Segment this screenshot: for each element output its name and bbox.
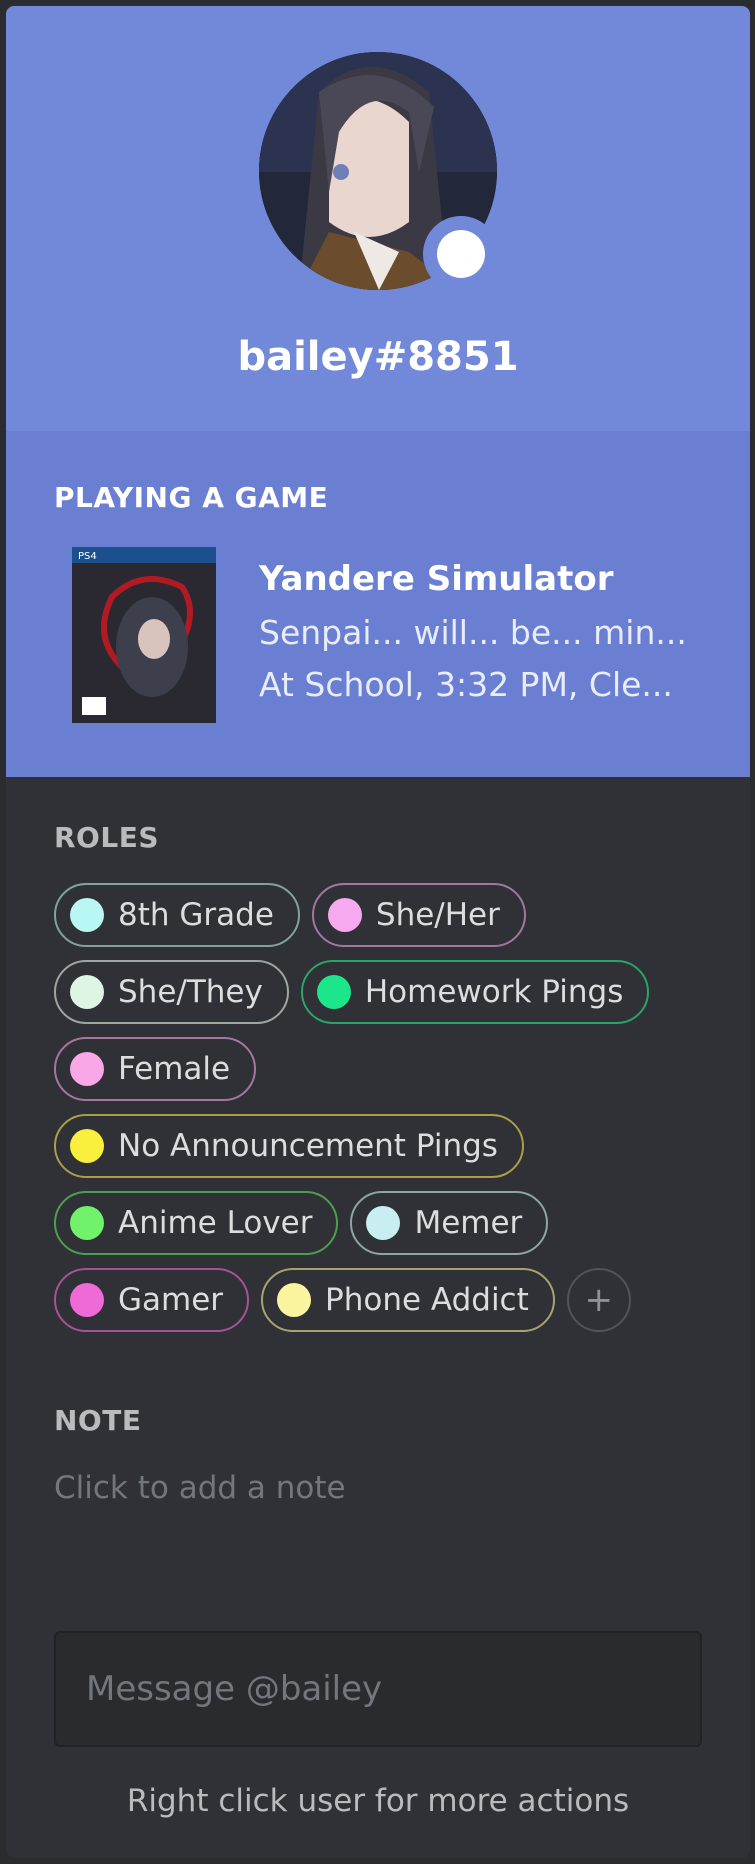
avatar-wrapper[interactable] xyxy=(259,52,499,292)
activity-section: PLAYING A GAME PS4 Yandere Simulator Sen… xyxy=(6,431,750,777)
game-state: At School, 3:32 PM, Cle... xyxy=(259,665,673,704)
role-pill[interactable]: Memer xyxy=(350,1191,549,1255)
role-color-dot[interactable] xyxy=(70,1206,104,1240)
role-color-dot[interactable] xyxy=(327,898,362,932)
plus-icon: + xyxy=(584,1280,614,1320)
user-profile-popout: bailey#8851 PLAYING A GAME PS4 Yandere S… xyxy=(6,6,750,1858)
role-color-dot[interactable] xyxy=(316,975,351,1009)
role-row: Gamer Phone Addict + xyxy=(54,1268,714,1332)
role-row: She/They Homework Pings xyxy=(54,960,714,1024)
profile-header: bailey#8851 xyxy=(6,6,750,431)
note-input[interactable]: Click to add a note xyxy=(54,1470,346,1506)
message-input[interactable]: Message @bailey xyxy=(54,1631,702,1747)
role-pill[interactable]: No Announcement Pings xyxy=(54,1114,524,1178)
role-label: She/Her xyxy=(375,897,500,933)
role-color-dot[interactable] xyxy=(366,1206,401,1240)
role-label: 8th Grade xyxy=(118,897,274,933)
note-section-title: NOTE xyxy=(54,1404,142,1437)
role-color-dot[interactable] xyxy=(277,1283,312,1317)
game-name: Yandere Simulator xyxy=(259,559,614,599)
activity-section-title: PLAYING A GAME xyxy=(54,481,329,514)
role-pill[interactable]: 8th Grade xyxy=(54,883,300,947)
role-label: Homework Pings xyxy=(364,974,624,1010)
role-pill[interactable]: Phone Addict xyxy=(261,1268,555,1332)
add-role-button[interactable]: + xyxy=(566,1268,631,1332)
role-color-dot[interactable] xyxy=(70,975,104,1009)
role-row: Anime Lover Memer xyxy=(54,1191,714,1255)
game-cover-image: PS4 xyxy=(72,547,216,723)
role-label: Memer xyxy=(414,1205,523,1241)
role-pill[interactable]: Homework Pings xyxy=(300,960,650,1024)
role-row: No Announcement Pings xyxy=(54,1114,714,1178)
role-label: No Announcement Pings xyxy=(118,1128,498,1164)
username-tag[interactable]: bailey#8851 xyxy=(6,334,750,380)
role-pill[interactable]: Anime Lover xyxy=(54,1191,339,1255)
role-pill[interactable]: She/They xyxy=(54,960,289,1024)
role-color-dot[interactable] xyxy=(70,1283,104,1317)
role-pill[interactable]: Female xyxy=(54,1037,257,1101)
role-label: Gamer xyxy=(118,1282,224,1318)
more-actions-hint: Right click user for more actions xyxy=(126,1783,630,1819)
role-row: Female xyxy=(54,1037,714,1101)
game-cover-art: PS4 xyxy=(72,547,216,723)
status-ring xyxy=(423,216,499,292)
role-color-dot[interactable] xyxy=(70,1129,104,1163)
role-label: She/They xyxy=(118,974,263,1010)
role-pill[interactable]: She/Her xyxy=(311,883,526,947)
role-label: Female xyxy=(118,1051,231,1087)
role-label: Phone Addict xyxy=(325,1282,529,1318)
role-label: Anime Lover xyxy=(118,1205,313,1241)
role-color-dot[interactable] xyxy=(70,898,104,932)
game-details: Senpai... will... be... min... xyxy=(259,613,687,652)
roles-section-title: ROLES xyxy=(54,821,159,854)
svg-text:PS4: PS4 xyxy=(78,551,97,562)
roles-list: 8th Grade She/Her She/They Homework Ping… xyxy=(54,883,714,1345)
role-color-dot[interactable] xyxy=(70,1052,104,1086)
role-row: 8th Grade She/Her xyxy=(54,883,714,947)
online-status-icon xyxy=(437,230,485,278)
role-pill[interactable]: Gamer xyxy=(54,1268,250,1332)
